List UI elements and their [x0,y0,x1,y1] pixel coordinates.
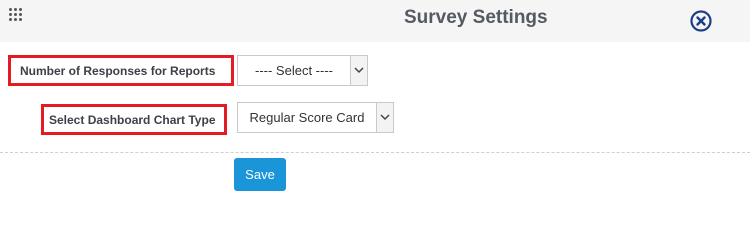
chevron-down-icon[interactable] [350,56,367,85]
divider [0,152,750,153]
close-icon[interactable] [689,9,713,33]
chevron-down-icon[interactable] [376,103,393,132]
chart-type-label: Select Dashboard Chart Type [41,104,227,135]
responses-select[interactable]: ---- Select ---- [237,55,368,86]
dialog-header: Survey Settings [0,0,750,42]
save-button[interactable]: Save [234,158,286,191]
drag-handle-icon[interactable] [9,8,22,28]
dialog-title: Survey Settings [404,7,548,28]
chart-type-select-value: Regular Score Card [249,110,365,125]
chart-type-select[interactable]: Regular Score Card [237,102,394,133]
responses-label: Number of Responses for Reports [8,55,234,86]
responses-select-value: ---- Select ---- [255,63,333,78]
